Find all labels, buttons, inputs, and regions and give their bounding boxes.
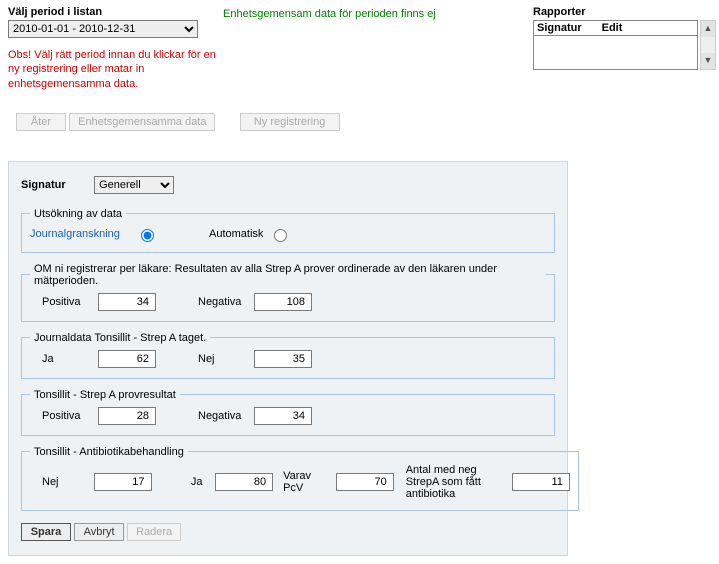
- provresultat-fieldset: Tonsillit - Strep A provresultat Positiv…: [21, 389, 555, 436]
- om-fieldset: OM ni registrerar per läkare: Resultaten…: [21, 263, 555, 322]
- period-label: Välj period i listan: [8, 6, 223, 18]
- ater-button[interactable]: Åter: [16, 113, 66, 131]
- journalgranskning-radio[interactable]: [141, 229, 154, 242]
- journaldata-fieldset: Journaldata Tonsillit - Strep A taget. J…: [21, 332, 555, 379]
- main-panel: Signatur Generell Utsökning av data Jour…: [8, 161, 568, 556]
- antibiotika-fieldset: Tonsillit - Antibiotikabehandling Nej Ja…: [21, 446, 579, 511]
- utsokning-legend: Utsökning av data: [30, 208, 126, 220]
- rapporter-label: Rapporter: [533, 6, 698, 18]
- provresultat-legend: Tonsillit - Strep A provresultat: [30, 389, 180, 401]
- om-positiva-label: Positiva: [42, 296, 92, 308]
- scroll-down-icon[interactable]: ▼: [701, 53, 715, 69]
- journaldata-ja-label: Ja: [42, 353, 92, 365]
- scroll-up-icon[interactable]: ▲: [701, 21, 715, 37]
- ab-varav-input[interactable]: [336, 473, 394, 491]
- ab-ja-input[interactable]: [215, 473, 273, 491]
- ab-ja-label: Ja: [191, 476, 209, 488]
- ab-antal-label: Antal med neg StrepA som fått antibiotik…: [406, 464, 506, 500]
- journalgranskning-label: Journalgranskning: [30, 228, 130, 240]
- ab-varav-label: Varav PcV: [283, 470, 330, 494]
- mid-message: Enhetsgemensam data för perioden finns e…: [223, 8, 533, 20]
- antibiotika-legend: Tonsillit - Antibiotikabehandling: [30, 446, 188, 458]
- period-select[interactable]: 2010-01-01 - 2010-12-31: [8, 20, 198, 38]
- prov-negativa-label: Negativa: [198, 410, 248, 422]
- om-negativa-input[interactable]: [254, 293, 312, 311]
- automatisk-radio[interactable]: [274, 229, 287, 242]
- journaldata-nej-input[interactable]: [254, 350, 312, 368]
- signatur-label: Signatur: [21, 179, 91, 191]
- om-negativa-label: Negativa: [198, 296, 248, 308]
- journaldata-ja-input[interactable]: [98, 350, 156, 368]
- om-positiva-input[interactable]: [98, 293, 156, 311]
- automatisk-label: Automatisk: [209, 228, 263, 240]
- spara-button[interactable]: Spara: [21, 523, 71, 541]
- signatur-select[interactable]: Generell: [94, 176, 174, 194]
- radera-button[interactable]: Radera: [127, 523, 181, 541]
- ab-antal-input[interactable]: [512, 473, 570, 491]
- warning-text: Obs! Välj rätt period innan du klickar f…: [8, 48, 223, 91]
- rapporter-table[interactable]: Signatur Edit: [533, 20, 698, 70]
- journaldata-legend: Journaldata Tonsillit - Strep A taget.: [30, 332, 210, 344]
- nyreg-button[interactable]: Ny registrering: [240, 113, 340, 131]
- utsokning-fieldset: Utsökning av data Journalgranskning Auto…: [21, 208, 555, 253]
- ab-nej-label: Nej: [42, 476, 88, 488]
- avbryt-button[interactable]: Avbryt: [74, 523, 124, 541]
- prov-positiva-input[interactable]: [98, 407, 156, 425]
- ab-nej-input[interactable]: [94, 473, 152, 491]
- om-legend: OM ni registrerar per läkare: Resultaten…: [30, 263, 546, 287]
- enhets-button[interactable]: Enhetsgemensamma data: [69, 113, 215, 131]
- journaldata-nej-label: Nej: [198, 353, 248, 365]
- rapport-col-edit: Edit: [602, 22, 623, 34]
- prov-negativa-input[interactable]: [254, 407, 312, 425]
- rapport-col-signatur: Signatur: [537, 22, 582, 34]
- prov-positiva-label: Positiva: [42, 410, 92, 422]
- rapport-scrollbar[interactable]: ▲ ▼: [700, 20, 716, 70]
